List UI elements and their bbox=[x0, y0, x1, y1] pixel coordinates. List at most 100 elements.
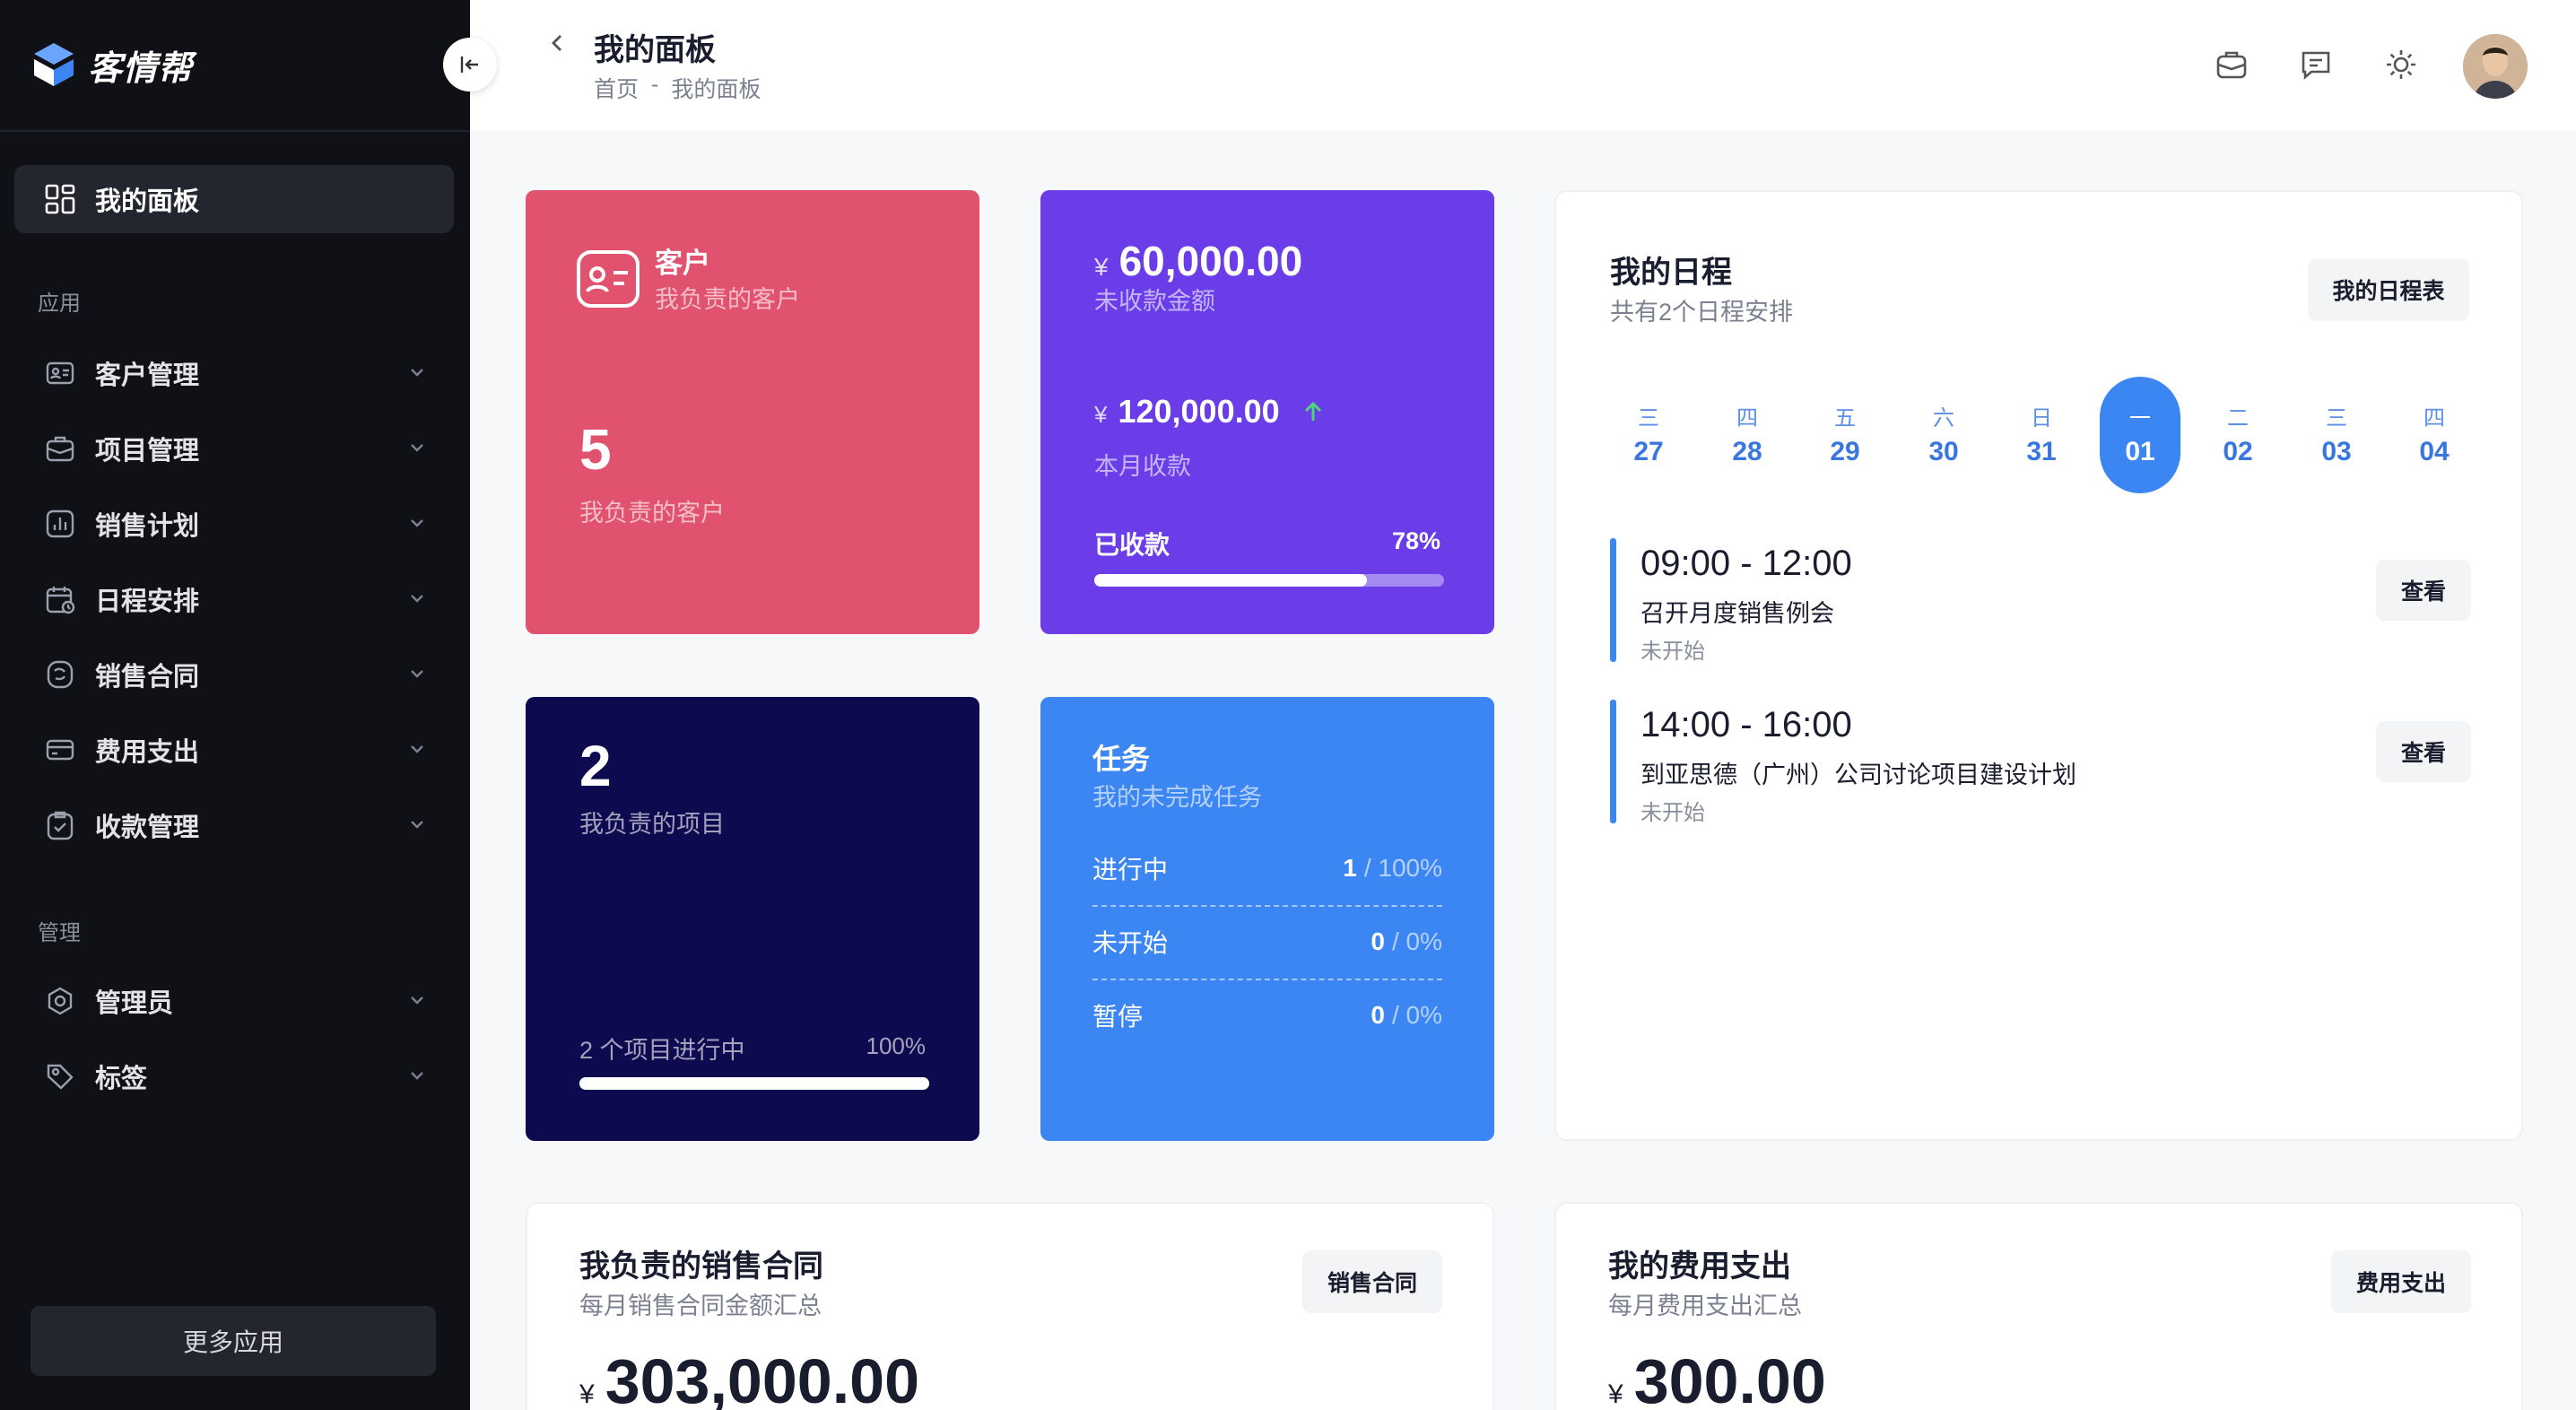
task-status-label: 暂停 bbox=[1092, 1003, 1144, 1031]
sidebar-item-customers[interactable]: 客户管理 bbox=[14, 341, 454, 405]
calendar-day[interactable]: 四 28 bbox=[1707, 377, 1788, 493]
calendar-day[interactable]: 三 03 bbox=[2296, 377, 2377, 493]
day-weekday: 四 bbox=[2424, 406, 2445, 431]
task-percent: / 100% bbox=[1363, 854, 1442, 882]
chevron-down-icon bbox=[411, 997, 423, 1005]
day-weekday: 六 bbox=[1933, 406, 1954, 431]
schedule-event: 14:00 - 16:00 到亚思德（广州）公司讨论项目建设计划 未开始 查看 bbox=[1610, 700, 2471, 849]
sidebar-item-label: 收款管理 bbox=[95, 814, 200, 842]
calendar-day[interactable]: 日 31 bbox=[2001, 377, 2082, 493]
expenses-total-amount: 300.00 bbox=[1633, 1346, 1826, 1410]
chevron-down-icon bbox=[411, 821, 423, 829]
day-date: 27 bbox=[1633, 437, 1664, 466]
sidebar-divider bbox=[0, 130, 470, 132]
event-time: 14:00 - 16:00 bbox=[1640, 705, 1852, 744]
back-chevron-icon[interactable] bbox=[545, 30, 570, 56]
collected-percent: 78% bbox=[1391, 527, 1440, 554]
sidebar-item-schedule[interactable]: 日程安排 bbox=[14, 567, 454, 631]
event-status: 未开始 bbox=[1640, 640, 1705, 664]
breadcrumb-home[interactable]: 首页 bbox=[594, 72, 639, 104]
panel-subtitle: 共有2个日程安排 bbox=[1610, 299, 1794, 326]
sidebar-item-sales-plan[interactable]: 销售计划 bbox=[14, 492, 454, 556]
collected-progress-fill bbox=[1094, 574, 1368, 587]
outstanding-amount: 60,000.00 bbox=[1118, 238, 1303, 284]
message-icon bbox=[2302, 51, 2330, 80]
chevron-down-icon bbox=[411, 745, 423, 753]
panel-subtitle: 每月费用支出汇总 bbox=[1608, 1292, 1802, 1319]
calendar-day[interactable]: 五 29 bbox=[1805, 377, 1885, 493]
project-count: 2 bbox=[579, 734, 612, 798]
task-row-in-progress[interactable]: 进行中 1/ 100% bbox=[1092, 831, 1442, 905]
view-event-button[interactable]: 查看 bbox=[2376, 560, 2471, 621]
card-title: 任务 bbox=[1092, 743, 1151, 775]
user-avatar-icon bbox=[2463, 34, 2528, 99]
event-accent-bar bbox=[1610, 538, 1616, 662]
calendar-day-selected[interactable]: 一 01 bbox=[2100, 377, 2180, 493]
briefcase-icon bbox=[2216, 51, 2247, 79]
collapse-sidebar-button[interactable] bbox=[443, 38, 497, 91]
day-weekday: 四 bbox=[1736, 406, 1758, 431]
receivables-card[interactable]: ¥ 60,000.00 未收款金额 ¥ 120,000.00 本月收款 已收款 … bbox=[1040, 190, 1494, 634]
task-status-label: 进行中 bbox=[1092, 856, 1169, 883]
more-apps-button[interactable]: 更多应用 bbox=[30, 1306, 436, 1376]
sidebar-item-label: 我的面板 bbox=[95, 187, 200, 216]
project-progress-label: 2 个项目进行中 bbox=[579, 1037, 745, 1064]
contracts-total-amount: 303,000.00 bbox=[605, 1346, 920, 1410]
task-row-paused[interactable]: 暂停 0/ 0% bbox=[1092, 979, 1442, 1052]
sidebar-item-projects[interactable]: 项目管理 bbox=[14, 416, 454, 481]
customers-card[interactable]: 客户 我负责的客户 5 我负责的客户 bbox=[526, 190, 979, 634]
sidebar-item-tags[interactable]: 标签 bbox=[14, 1044, 454, 1109]
chevron-down-icon bbox=[411, 369, 423, 377]
sidebar-item-label: 销售计划 bbox=[95, 512, 200, 541]
customer-count-label: 我负责的客户 bbox=[579, 500, 725, 527]
collected-progress-track bbox=[1094, 574, 1444, 587]
card-subtitle: 我的未完成任务 bbox=[1092, 784, 1262, 811]
calendar-clock-icon bbox=[46, 587, 75, 614]
expenses-panel: 我的费用支出 每月费用支出汇总 费用支出 ¥ 300.00 bbox=[1554, 1202, 2523, 1410]
user-avatar[interactable] bbox=[2463, 34, 2528, 99]
brand-name: 客情帮 bbox=[88, 49, 194, 88]
day-date: 30 bbox=[1928, 437, 1959, 466]
projects-card[interactable]: 2 我负责的项目 2 个项目进行中 100% bbox=[526, 697, 979, 1141]
chevron-down-icon bbox=[411, 670, 423, 678]
sidebar-item-label: 客户管理 bbox=[95, 361, 200, 390]
sidebar-item-payments[interactable]: 收款管理 bbox=[14, 793, 454, 857]
task-row-not-started[interactable]: 未开始 0/ 0% bbox=[1092, 905, 1442, 979]
collapse-left-icon bbox=[460, 57, 478, 73]
card-title: 客户 bbox=[655, 248, 710, 279]
task-count: 0 bbox=[1371, 927, 1385, 955]
panel-title: 我的日程 bbox=[1610, 256, 1732, 290]
day-weekday: 三 bbox=[1638, 406, 1659, 431]
sidebar-item-dashboard[interactable]: 我的面板 bbox=[14, 165, 454, 233]
brand-logo[interactable]: 客情帮 bbox=[30, 39, 193, 90]
messages-button[interactable] bbox=[2296, 45, 2336, 84]
task-status-label: 未开始 bbox=[1092, 929, 1169, 957]
calendar-day[interactable]: 二 02 bbox=[2197, 377, 2278, 493]
sidebar-item-admin[interactable]: 管理员 bbox=[14, 969, 454, 1033]
calendar-day[interactable]: 四 04 bbox=[2394, 377, 2475, 493]
view-event-button[interactable]: 查看 bbox=[2376, 721, 2471, 782]
briefcase-icon bbox=[46, 436, 74, 462]
sidebar-item-contracts[interactable]: 销售合同 bbox=[14, 642, 454, 707]
panel-title: 我的费用支出 bbox=[1608, 1249, 1791, 1284]
breadcrumb-current: 我的面板 bbox=[671, 77, 761, 102]
tasks-card[interactable]: 任务 我的未完成任务 进行中 1/ 100% 未开始 0/ 0% 暂停 0/ 0… bbox=[1040, 697, 1494, 1141]
arrow-up-icon bbox=[1304, 401, 1321, 421]
project-progress-fill bbox=[579, 1077, 929, 1090]
expenses-button[interactable]: 费用支出 bbox=[2331, 1250, 2471, 1313]
currency-symbol: ¥ bbox=[579, 1380, 595, 1409]
my-calendar-button[interactable]: 我的日程表 bbox=[2308, 258, 2469, 321]
sales-contracts-button[interactable]: 销售合同 bbox=[1302, 1250, 1442, 1313]
chevron-down-icon bbox=[411, 1072, 423, 1080]
project-progress-percent: 100% bbox=[866, 1032, 927, 1059]
workspace-button[interactable] bbox=[2212, 45, 2251, 84]
month-collected-amount: 120,000.00 bbox=[1118, 393, 1280, 430]
calendar-day[interactable]: 三 27 bbox=[1608, 377, 1689, 493]
schedule-panel: 我的日程 共有2个日程安排 我的日程表 三 27 四 28 五 29 六 30 日 31 … bbox=[1554, 190, 2523, 1141]
theme-toggle-button[interactable] bbox=[2381, 45, 2421, 84]
sidebar-item-expenses[interactable]: 费用支出 bbox=[14, 718, 454, 782]
calendar-day[interactable]: 六 30 bbox=[1903, 377, 1984, 493]
bar-chart-icon bbox=[46, 509, 74, 538]
day-date: 02 bbox=[2223, 437, 2253, 466]
shield-settings-icon bbox=[48, 987, 73, 1015]
